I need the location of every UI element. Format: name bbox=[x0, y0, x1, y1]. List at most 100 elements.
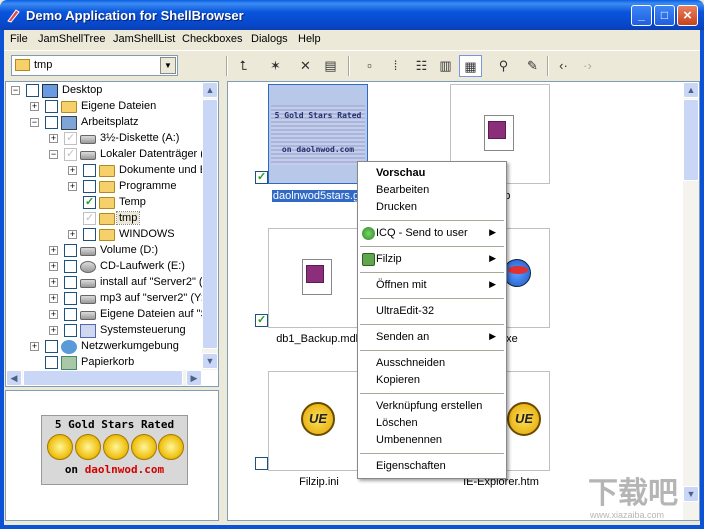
menu-file[interactable]: File bbox=[10, 33, 28, 45]
tree-checkbox[interactable] bbox=[64, 147, 77, 161]
tree-horizontal-scrollbar[interactable]: ◀ ▶ bbox=[6, 370, 202, 386]
tree-item-systemsteuerung[interactable]: + Systemsteuerung bbox=[6, 323, 216, 339]
context-menu-item-filzip[interactable]: Filzip ▶ bbox=[360, 251, 504, 268]
expand-toggle[interactable]: + bbox=[30, 102, 39, 111]
tree-checkbox[interactable] bbox=[64, 292, 77, 305]
tree-item-mp3-server2[interactable]: + mp3 auf "server2" (Y: bbox=[6, 291, 216, 307]
context-menu-item-kopieren[interactable]: Kopieren bbox=[360, 372, 504, 389]
collapse-toggle[interactable]: − bbox=[49, 150, 58, 159]
scroll-left-arrow[interactable]: ◀ bbox=[6, 370, 22, 386]
large-icons-button[interactable]: ▫ bbox=[358, 55, 381, 77]
tree-item-local-disk[interactable]: − Lokaler Datenträger ( bbox=[6, 147, 216, 163]
expand-toggle[interactable]: + bbox=[68, 230, 77, 239]
context-menu-item-icq[interactable]: ICQ - Send to user ▶ bbox=[360, 225, 504, 242]
menu-jamshelltree[interactable]: JamShellTree bbox=[38, 33, 105, 45]
chevron-down-icon[interactable]: ▼ bbox=[160, 57, 176, 74]
tree-vertical-scrollbar[interactable]: ▲ ▼ bbox=[202, 82, 218, 370]
scroll-up-arrow[interactable]: ▲ bbox=[202, 82, 218, 98]
maximize-button[interactable]: □ bbox=[654, 5, 675, 26]
file-thumbnail[interactable] bbox=[268, 228, 368, 328]
tree-checkbox[interactable] bbox=[64, 260, 77, 273]
tree-item-netzwerkumgebung[interactable]: + Netzwerkumgebung bbox=[6, 339, 216, 355]
expand-toggle[interactable]: + bbox=[49, 134, 58, 143]
properties-button[interactable]: ▤ bbox=[319, 55, 342, 77]
expand-toggle[interactable]: + bbox=[68, 166, 77, 175]
tree-checkbox[interactable] bbox=[64, 131, 77, 145]
expand-toggle[interactable]: + bbox=[49, 278, 58, 287]
pane-splitter[interactable] bbox=[220, 81, 226, 521]
small-icons-button[interactable]: ⁞ bbox=[384, 55, 407, 77]
new-folder-button[interactable]: ✶ bbox=[264, 55, 287, 77]
expand-toggle[interactable]: + bbox=[68, 182, 77, 191]
tree-item-cd-drive[interactable]: + CD-Laufwerk (E:) bbox=[6, 259, 216, 275]
tree-checkbox[interactable] bbox=[64, 324, 77, 337]
tree-item-temp[interactable]: Temp bbox=[6, 195, 216, 211]
menu-checkboxes[interactable]: Checkboxes bbox=[182, 33, 243, 45]
delete-button[interactable]: ✕ bbox=[294, 55, 317, 77]
file-thumbnail[interactable]: UE bbox=[268, 371, 368, 471]
forward-button[interactable]: ·› bbox=[576, 55, 599, 77]
tree-item-eigene-dateien-server[interactable]: + Eigene Dateien auf "S bbox=[6, 307, 216, 323]
new-item-button[interactable]: ✎ bbox=[521, 55, 544, 77]
file-checkbox[interactable] bbox=[255, 170, 268, 184]
tree-item-eigene-dateien[interactable]: + Eigene Dateien bbox=[6, 99, 216, 115]
tree-checkbox[interactable] bbox=[83, 211, 96, 225]
scroll-thumb[interactable] bbox=[202, 99, 218, 349]
tree-item-desktop[interactable]: − Desktop bbox=[6, 83, 206, 99]
tree-item-arbeitsplatz[interactable]: − Arbeitsplatz bbox=[6, 115, 216, 131]
file-name[interactable]: daolnwod5stars.g bbox=[272, 190, 360, 202]
scroll-down-arrow[interactable]: ▼ bbox=[202, 353, 218, 369]
scroll-thumb[interactable] bbox=[683, 99, 699, 181]
tree-item-tmp[interactable]: tmp bbox=[6, 211, 216, 227]
scroll-up-arrow[interactable]: ▲ bbox=[683, 82, 699, 98]
search-button[interactable]: ⚲ bbox=[492, 55, 515, 77]
expand-toggle[interactable]: + bbox=[49, 310, 58, 319]
context-menu-item-oeffnen-mit[interactable]: Öffnen mit ▶ bbox=[360, 277, 504, 294]
context-menu-item-vorschau[interactable]: Vorschau bbox=[360, 165, 504, 182]
scroll-right-arrow[interactable]: ▶ bbox=[186, 370, 202, 386]
tree-checkbox[interactable] bbox=[45, 100, 58, 113]
tree-checkbox[interactable] bbox=[45, 340, 58, 353]
scroll-thumb[interactable] bbox=[23, 370, 183, 386]
tree-item-windows[interactable]: + WINDOWS bbox=[6, 227, 216, 243]
tree-checkbox[interactable] bbox=[26, 84, 39, 97]
expand-toggle[interactable]: + bbox=[49, 294, 58, 303]
context-menu-item-eigenschaften[interactable]: Eigenschaften bbox=[360, 458, 504, 475]
tree-checkbox[interactable] bbox=[45, 356, 58, 369]
file-checkbox[interactable] bbox=[255, 457, 268, 470]
title-bar[interactable]: Demo Application for ShellBrowser _ □ × bbox=[0, 0, 704, 30]
collapse-toggle[interactable]: − bbox=[30, 118, 39, 127]
context-menu-item-senden-an[interactable]: Senden an ▶ bbox=[360, 329, 504, 346]
context-menu-item-ultraedit[interactable]: UltraEdit-32 bbox=[360, 303, 504, 320]
context-menu-item-ausschneiden[interactable]: Ausschneiden bbox=[360, 355, 504, 372]
tree-item-dokumente[interactable]: + Dokumente und E bbox=[6, 163, 216, 179]
context-menu-item-bearbeiten[interactable]: Bearbeiten bbox=[360, 182, 504, 199]
menu-dialogs[interactable]: Dialogs bbox=[251, 33, 288, 45]
folder-tree[interactable]: − Desktop + Eigene Dateien − Arbeitsplat… bbox=[5, 81, 219, 387]
context-menu-item-verknuepfung[interactable]: Verknüpfung erstellen bbox=[360, 398, 504, 415]
tree-item-programme[interactable]: + Programme bbox=[6, 179, 216, 195]
expand-toggle[interactable]: + bbox=[30, 342, 39, 351]
list-vertical-scrollbar[interactable]: ▲ ▼ bbox=[683, 82, 699, 520]
context-menu-item-drucken[interactable]: Drucken bbox=[360, 199, 504, 216]
path-combobox[interactable]: tmp ▼ bbox=[11, 55, 178, 76]
thumbnails-view-button[interactable]: ▦ bbox=[459, 55, 482, 77]
menu-help[interactable]: Help bbox=[298, 33, 321, 45]
tree-item-volume-d[interactable]: + Volume (D:) bbox=[6, 243, 216, 259]
context-menu-item-loeschen[interactable]: Löschen bbox=[360, 415, 504, 432]
expand-toggle[interactable]: + bbox=[49, 262, 58, 271]
tree-checkbox[interactable] bbox=[83, 195, 96, 209]
menu-jamshelllist[interactable]: JamShellList bbox=[113, 33, 175, 45]
collapse-toggle[interactable]: − bbox=[11, 86, 20, 95]
list-view-button[interactable]: ☷ bbox=[410, 55, 433, 77]
rating-banner[interactable]: 5 Gold Stars Rated on daolnwod.com bbox=[41, 415, 188, 485]
context-menu-item-umbenennen[interactable]: Umbenennen bbox=[360, 432, 504, 449]
tree-checkbox[interactable] bbox=[64, 308, 77, 321]
tree-checkbox[interactable] bbox=[64, 276, 77, 289]
tree-checkbox[interactable] bbox=[83, 180, 96, 193]
tree-checkbox[interactable] bbox=[83, 164, 96, 177]
tree-item-papierkorb[interactable]: Papierkorb bbox=[6, 355, 216, 371]
tree-item-install-server2[interactable]: + install auf "Server2" ( bbox=[6, 275, 216, 291]
up-folder-button[interactable]: ⮤ bbox=[232, 55, 255, 77]
tree-checkbox[interactable] bbox=[64, 244, 77, 257]
